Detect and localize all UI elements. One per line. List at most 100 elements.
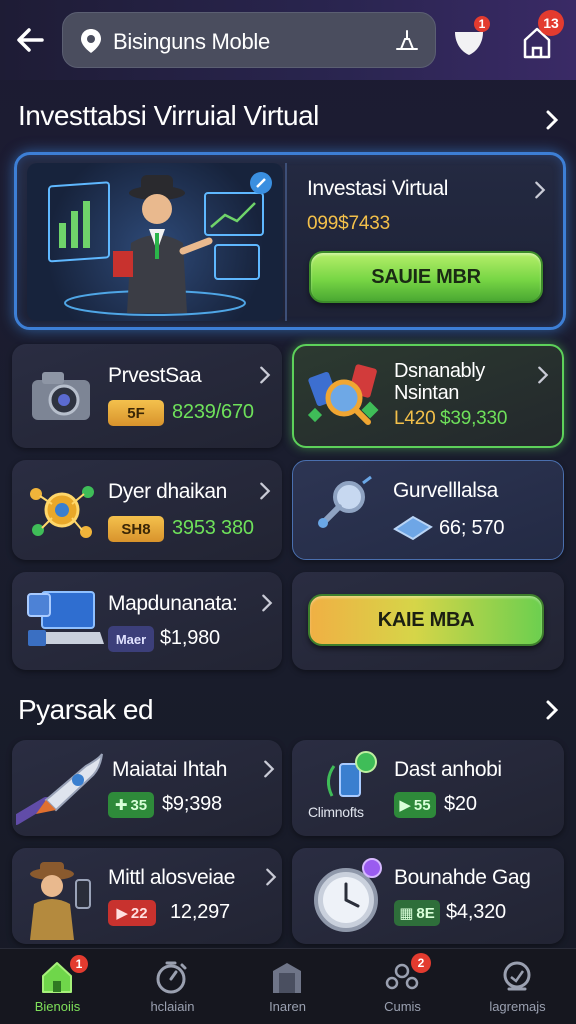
chevron-right-icon[interactable] bbox=[532, 364, 554, 386]
card-title: Dast anhobi bbox=[394, 758, 502, 781]
hero-title: Investasi Virtual bbox=[307, 177, 449, 200]
card-maiatai-ihtah[interactable]: Maiatai Ihtah ✚ 35 $9;398 bbox=[12, 740, 282, 836]
nav-item-timer[interactable]: hclaiain bbox=[115, 949, 230, 1024]
building-icon bbox=[273, 963, 301, 993]
search-bar[interactable]: Bisinguns Moble bbox=[62, 12, 436, 68]
nav-label: lagremajs bbox=[489, 999, 546, 1014]
ticket-icon bbox=[393, 515, 433, 541]
notifications-button[interactable]: 1 bbox=[448, 14, 492, 62]
tasks-button[interactable]: 13 bbox=[518, 10, 564, 62]
nav-badge: 1 bbox=[70, 955, 88, 973]
search-icon bbox=[503, 961, 531, 991]
hero-illustration bbox=[27, 163, 283, 321]
businessman-illustration bbox=[48, 175, 264, 316]
card-dast-anhobi[interactable]: Climnofts Dast anhobi ▶ 55 $20 bbox=[292, 740, 564, 836]
card-badge: 5F bbox=[108, 400, 164, 426]
nav-item-community[interactable]: 2 Cumis bbox=[345, 949, 460, 1024]
card-badge-text: 8E bbox=[416, 904, 435, 922]
laptop-icon bbox=[27, 591, 104, 646]
card-title: Maiatai Ihtah bbox=[112, 758, 228, 781]
nav-badge: 2 bbox=[411, 953, 431, 973]
icon-caption: Climnofts bbox=[308, 804, 364, 820]
grid-glyph: ▦ bbox=[399, 905, 414, 922]
card-value: $39,330 bbox=[440, 408, 508, 429]
investor-avatar-icon bbox=[30, 862, 91, 940]
card-badge-text: 22 bbox=[130, 904, 148, 922]
back-arrow-icon[interactable] bbox=[12, 22, 48, 58]
card-badge: ✚ 35 bbox=[108, 792, 154, 818]
card-value: 8239/670 bbox=[172, 401, 254, 423]
chevron-right-icon[interactable] bbox=[256, 592, 278, 614]
nav-label: Inaren bbox=[269, 999, 306, 1014]
card-value: $20 bbox=[444, 793, 477, 815]
chevron-right-icon[interactable] bbox=[540, 698, 564, 722]
card-value: 12,297 bbox=[170, 901, 230, 923]
card-title: PrvestSaa bbox=[108, 364, 202, 387]
card-cta: KAIE MBA bbox=[292, 572, 564, 670]
idea-network-icon bbox=[30, 486, 94, 538]
rocket-icon bbox=[16, 753, 103, 825]
card-badge: ▶ 22 bbox=[108, 900, 156, 926]
nav-label: Bienoiis bbox=[34, 999, 81, 1014]
section-title-investments: Investtabsi Virruial Virtual bbox=[18, 100, 319, 131]
chevron-right-icon[interactable] bbox=[258, 758, 280, 780]
chevron-right-icon[interactable] bbox=[254, 480, 276, 502]
notifications-badge: 1 bbox=[474, 16, 490, 32]
nav-label: Cumis bbox=[384, 999, 421, 1014]
card-title: Gurvelllalsa bbox=[393, 479, 498, 502]
card-title: Mittl alosveiae bbox=[108, 866, 236, 889]
pin-badge-icon bbox=[250, 172, 272, 194]
card-title: Dyer dhaikan bbox=[108, 480, 227, 503]
play-glyph: ▶ bbox=[399, 797, 411, 814]
magnifier-icon bbox=[318, 475, 372, 528]
card-badge: ▦ 8E bbox=[394, 900, 440, 926]
hero-action-button[interactable]: SAUIE MBR bbox=[309, 251, 543, 303]
chevron-right-icon[interactable] bbox=[260, 866, 282, 888]
card-value: $1,980 bbox=[160, 627, 220, 649]
card-prvestsaa[interactable]: PrvestSaa 5F 8239/670 bbox=[12, 344, 282, 448]
card-value: 66; 570 bbox=[439, 517, 505, 539]
hero-value: 099$7433 bbox=[307, 213, 390, 234]
card-value: $4,320 bbox=[446, 901, 506, 923]
stopwatch-icon bbox=[156, 961, 187, 994]
card-badge-text: 35 bbox=[130, 796, 148, 814]
card-value: 3953 380 bbox=[172, 517, 254, 539]
nav-item-home[interactable]: 1 Bienoiis bbox=[0, 949, 115, 1024]
section-title-popular: Pyarsak ed bbox=[18, 694, 154, 725]
tasks-badge: 13 bbox=[538, 10, 564, 36]
globe-phone-icon bbox=[327, 751, 377, 797]
card-gurvelllalsa[interactable]: Gurvelllalsa 66; 570 bbox=[292, 460, 564, 560]
cards-magnifier-icon bbox=[307, 364, 379, 425]
card-mittl-alosveiae[interactable]: Mittl alosveiae ▶ 22 12,297 bbox=[12, 848, 282, 944]
hero-investment-card[interactable]: Investasi Virtual 099$7433 SAUIE MBR bbox=[14, 152, 566, 330]
card-bounahde-gag[interactable]: Bounahde Gag ▦ 8E $4,320 bbox=[292, 848, 564, 944]
divider bbox=[285, 163, 287, 321]
chevron-right-icon[interactable] bbox=[254, 364, 276, 386]
search-text: Bisinguns Moble bbox=[113, 29, 270, 54]
plus-glyph: ✚ bbox=[114, 797, 128, 814]
card-dyer-dhaikan[interactable]: Dyer dhaikan SH8 3953 380 bbox=[12, 460, 282, 560]
card-badge: SH8 bbox=[108, 516, 164, 542]
nav-label: hclaiain bbox=[150, 999, 195, 1014]
card-title: Mapdunanata: bbox=[108, 592, 238, 615]
chevron-right-icon[interactable] bbox=[540, 108, 564, 132]
chevron-right-icon[interactable] bbox=[529, 179, 551, 201]
card-title-line2: Nsintan bbox=[394, 382, 460, 404]
top-bar: Bisinguns Moble 1 13 bbox=[0, 0, 576, 80]
card-dsnanably[interactable]: Dsnanably Nsintan L420 $39,330 bbox=[292, 344, 564, 448]
card-mapdunanata[interactable]: Mapdunanata: Maer $1,980 bbox=[12, 572, 282, 670]
card-badge: ▶ 55 bbox=[394, 792, 436, 818]
bottom-navigation: 1 Bienoiis hclaiain Inaren 2 Cumis lagre… bbox=[0, 948, 576, 1024]
nav-item-building[interactable]: Inaren bbox=[230, 949, 345, 1024]
cta-button[interactable]: KAIE MBA bbox=[308, 594, 544, 646]
clear-input-icon[interactable] bbox=[393, 27, 421, 55]
card-badge: Maer bbox=[108, 626, 154, 652]
card-badge-text: 55 bbox=[413, 796, 431, 814]
camera-icon bbox=[32, 372, 90, 420]
card-title: Bounahde Gag bbox=[394, 866, 531, 889]
card-value: $9;398 bbox=[162, 793, 222, 815]
clock-icon bbox=[314, 858, 382, 932]
nav-item-search[interactable]: lagremajs bbox=[460, 949, 575, 1024]
play-glyph: ▶ bbox=[116, 905, 128, 922]
card-title-line1: Dsnanably bbox=[394, 360, 485, 382]
